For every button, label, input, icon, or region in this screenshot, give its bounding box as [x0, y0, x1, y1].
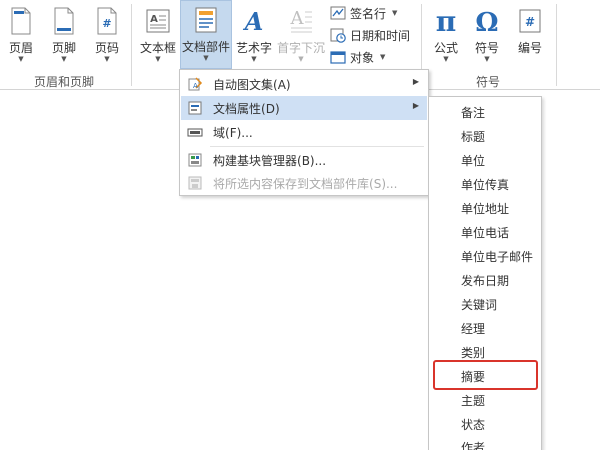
- menu-separator: [210, 146, 424, 147]
- chevron-down-icon: ▼: [104, 55, 110, 63]
- svg-text:A: A: [243, 7, 264, 36]
- chevron-down-icon: ▼: [155, 55, 161, 63]
- submenu-item-subject[interactable]: 主题: [461, 392, 485, 409]
- wordart-button[interactable]: A 艺术字 ▼: [234, 2, 274, 68]
- menu-item-label: 域(F)...: [213, 126, 253, 140]
- menu-item-autotext[interactable]: A 自动图文集(A) ▶: [181, 72, 427, 96]
- group-divider: [131, 4, 132, 86]
- page-number-button[interactable]: # 页码 ▼: [88, 2, 126, 68]
- chevron-down-icon: ▼: [392, 9, 398, 17]
- numbering-button[interactable]: # 编号: [511, 2, 549, 68]
- footer-button[interactable]: 页脚 ▼: [45, 2, 83, 68]
- symbol-icon: Ω: [475, 8, 498, 36]
- date-time-label: 日期和时间: [350, 28, 411, 43]
- chevron-down-icon: ▼: [251, 55, 257, 63]
- page-number-icon: #: [97, 7, 117, 35]
- page-number-label: 页码: [94, 41, 119, 55]
- svg-text:A: A: [150, 14, 158, 25]
- wordart-label: 艺术字: [235, 41, 272, 55]
- chevron-down-icon: ▼: [380, 53, 386, 61]
- header-button[interactable]: 页眉 ▼: [2, 2, 40, 68]
- menu-item-label: 文档属性(D): [213, 102, 280, 116]
- chevron-down-icon: ▼: [484, 55, 490, 63]
- menu-item-label: 将所选内容保存到文档部件库(S)...: [213, 177, 398, 191]
- drop-cap-icon: A: [290, 8, 312, 33]
- wordart-icon: A: [243, 7, 264, 36]
- quick-parts-button[interactable]: 文档部件 ▼: [180, 0, 232, 69]
- signature-line-label: 签名行: [350, 6, 387, 21]
- svg-text:#: #: [102, 17, 111, 30]
- text-box-icon: A: [146, 9, 170, 33]
- symbol-label: 符号: [474, 41, 499, 55]
- header-label: 页眉: [8, 41, 33, 55]
- chevron-down-icon: ▼: [61, 55, 67, 63]
- field-icon: [187, 128, 203, 137]
- chevron-down-icon: ▼: [443, 55, 449, 63]
- group-label-header-footer: 页眉和页脚: [34, 75, 95, 89]
- autotext-icon: A: [188, 77, 203, 91]
- submenu-item-author[interactable]: 作者: [461, 439, 485, 450]
- svg-text:π: π: [436, 6, 457, 36]
- signature-line-button[interactable]: 签名行 ▼: [330, 3, 397, 23]
- submenu-item-manager[interactable]: 经理: [461, 320, 485, 337]
- building-blocks-icon: [188, 153, 202, 167]
- object-icon: [330, 51, 346, 64]
- drop-cap-label: 首字下沉: [276, 41, 325, 55]
- submenu-item-company[interactable]: 单位: [461, 152, 485, 169]
- symbol-button[interactable]: Ω 符号 ▼: [468, 2, 506, 68]
- numbering-label: 编号: [517, 41, 542, 55]
- submenu-item-title[interactable]: 标题: [461, 128, 485, 145]
- svg-text:A: A: [193, 82, 198, 90]
- submenu-arrow-icon: ▶: [412, 77, 419, 86]
- text-box-button[interactable]: A 文本框 ▼: [137, 2, 179, 68]
- footer-icon: [54, 7, 74, 35]
- menu-item-document-property[interactable]: 文档属性(D) ▶: [181, 96, 427, 120]
- object-label: 对象: [350, 50, 375, 65]
- svg-text:Ω: Ω: [475, 8, 498, 36]
- signature-line-icon: [330, 6, 346, 20]
- equation-label: 公式: [433, 41, 458, 55]
- chevron-down-icon: ▼: [18, 55, 24, 63]
- group-label-symbols: 符号: [476, 75, 501, 89]
- highlight-box: [433, 360, 538, 390]
- submenu-item-company-email[interactable]: 单位电子邮件: [461, 248, 533, 265]
- submenu-item-status[interactable]: 状态: [461, 416, 485, 433]
- save-selection-icon: [188, 176, 202, 190]
- menu-item-label: 构建基块管理器(B)...: [213, 154, 327, 168]
- submenu-item-keywords[interactable]: 关键词: [461, 296, 497, 313]
- date-time-button[interactable]: 日期和时间: [330, 25, 410, 45]
- menu-item-label: 自动图文集(A): [213, 78, 291, 92]
- svg-text:A: A: [290, 8, 305, 29]
- header-icon: [11, 7, 31, 35]
- equation-icon: π: [436, 6, 457, 36]
- document-property-icon: [188, 101, 202, 115]
- group-divider: [556, 4, 557, 86]
- submenu-arrow-icon: ▶: [412, 101, 419, 110]
- footer-label: 页脚: [51, 41, 76, 55]
- equation-button[interactable]: π 公式 ▼: [427, 2, 465, 68]
- quick-parts-label: 文档部件: [181, 40, 230, 54]
- chevron-down-icon: ▼: [298, 55, 304, 63]
- date-time-icon: [330, 28, 346, 43]
- menu-item-save-selection[interactable]: 将所选内容保存到文档部件库(S)...: [181, 171, 427, 195]
- submenu-item-company-fax[interactable]: 单位传真: [461, 176, 509, 193]
- object-button[interactable]: 对象 ▼: [330, 47, 385, 67]
- submenu-item-company-phone[interactable]: 单位电话: [461, 224, 509, 241]
- submenu-item-comments[interactable]: 备注: [461, 104, 485, 121]
- numbering-icon: #: [519, 9, 541, 33]
- menu-item-building-blocks-organizer[interactable]: 构建基块管理器(B)...: [181, 148, 427, 172]
- submenu-item-publish-date[interactable]: 发布日期: [461, 272, 509, 289]
- submenu-item-category[interactable]: 类别: [461, 344, 485, 361]
- quick-parts-icon: [195, 7, 217, 33]
- drop-cap-button[interactable]: A 首字下沉 ▼: [276, 2, 326, 68]
- chevron-down-icon: ▼: [203, 54, 209, 62]
- document-property-submenu: 备注 标题 单位 单位传真 单位地址 单位电话 单位电子邮件 发布日期 关键词 …: [428, 96, 542, 450]
- text-box-label: 文本框: [139, 41, 176, 55]
- svg-text:#: #: [525, 15, 535, 29]
- quick-parts-menu: A 自动图文集(A) ▶ 文档属性(D) ▶ 域(F)... 构建基块管理器(B…: [179, 69, 429, 196]
- submenu-item-company-address[interactable]: 单位地址: [461, 200, 509, 217]
- menu-item-field[interactable]: 域(F)...: [181, 120, 427, 144]
